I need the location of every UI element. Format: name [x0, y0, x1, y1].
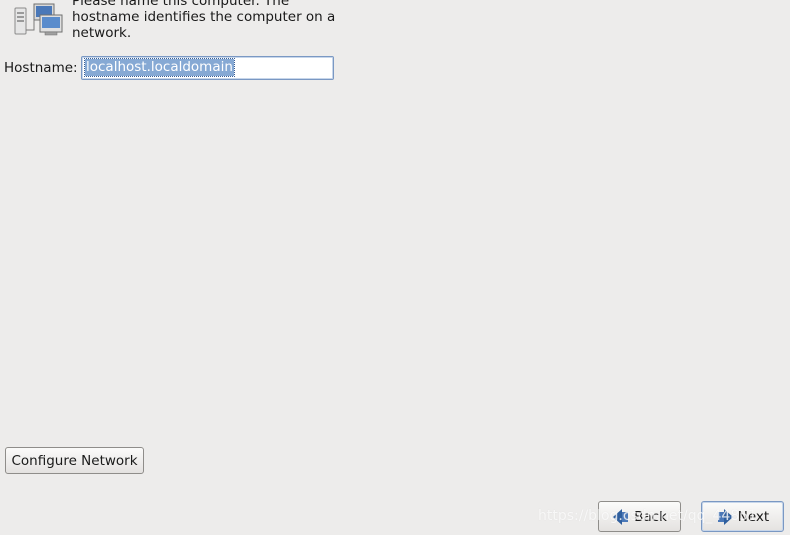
hostname-input[interactable]: localhost.localdomain — [81, 56, 334, 80]
installer-hostname-page: Please name this computer. The hostname … — [0, 0, 790, 535]
hostname-label: Hostname: — [4, 60, 78, 76]
network-computers-icon — [12, 2, 64, 38]
intro-line-2: hostname identifies the computer on a — [72, 9, 336, 25]
next-arrow-icon — [716, 508, 734, 526]
hostname-value[interactable]: localhost.localdomain — [84, 58, 235, 77]
next-label: Next — [737, 508, 770, 525]
configure-network-button[interactable]: Configure Network — [5, 447, 144, 474]
configure-network-label: Configure Network — [11, 452, 138, 469]
intro-text: Please name this computer. The hostname … — [72, 0, 352, 41]
back-label: Back — [634, 508, 667, 525]
back-arrow-icon — [612, 508, 630, 526]
back-button[interactable]: Back — [598, 501, 681, 532]
intro-line-3: network. — [72, 25, 132, 41]
next-button[interactable]: Next — [701, 501, 784, 532]
intro-line-1: Please name this computer. The — [72, 0, 290, 9]
